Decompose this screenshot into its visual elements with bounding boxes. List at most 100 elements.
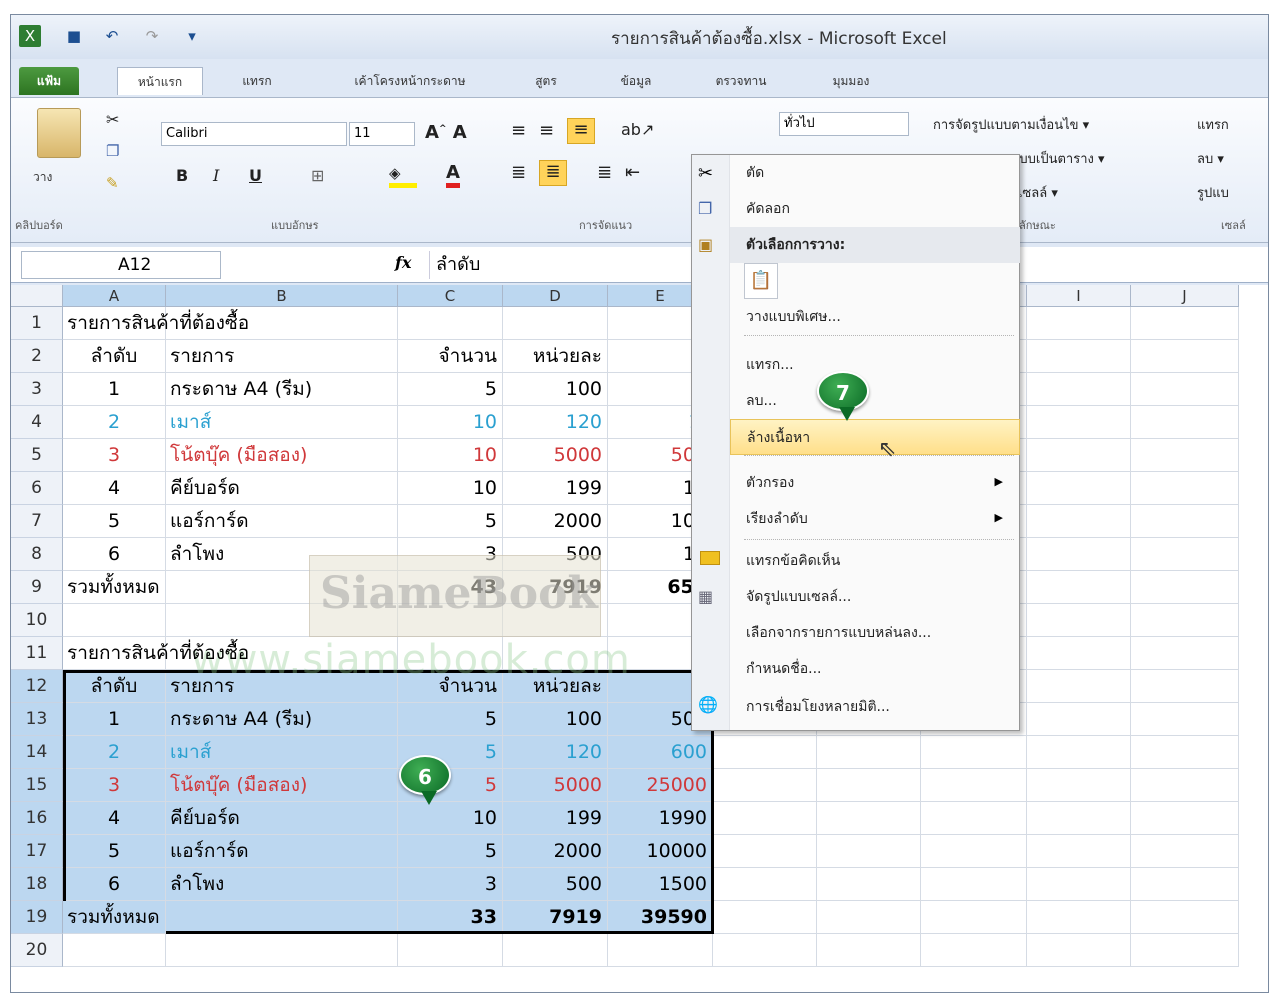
column-header-j[interactable]: J: [1131, 285, 1239, 307]
cell[interactable]: [1131, 472, 1239, 505]
column-header-a[interactable]: A: [63, 285, 166, 307]
format-cells-button[interactable]: รูปแบ: [1197, 182, 1229, 203]
align-left-icon[interactable]: ≣: [511, 162, 526, 183]
cell[interactable]: [1027, 340, 1131, 373]
cell[interactable]: [1027, 505, 1131, 538]
row-header[interactable]: 16: [11, 802, 63, 835]
name-box[interactable]: A12: [21, 251, 221, 279]
cell[interactable]: [713, 868, 817, 901]
align-bottom-icon[interactable]: ≡: [567, 118, 595, 144]
cell[interactable]: [1131, 868, 1239, 901]
cell[interactable]: [1131, 406, 1239, 439]
tab-page-layout[interactable]: เค้าโครงหน้ากระดาษ: [325, 67, 495, 95]
cell[interactable]: แอร์การ์ด: [166, 505, 398, 538]
menu-item-format-cells[interactable]: จัดรูปแบบเซลล์...: [730, 579, 1020, 615]
cell[interactable]: แอร์การ์ด: [166, 835, 398, 868]
cell[interactable]: [1027, 439, 1131, 472]
column-header-b[interactable]: B: [166, 285, 398, 307]
format-painter-icon[interactable]: ✎: [106, 174, 119, 192]
cell[interactable]: [166, 934, 398, 967]
tab-data[interactable]: ข้อมูล: [611, 67, 661, 95]
cell[interactable]: [713, 769, 817, 802]
row-header[interactable]: 2: [11, 340, 63, 373]
cell[interactable]: 600: [608, 736, 713, 769]
menu-item-delete[interactable]: ลบ...: [730, 383, 1020, 419]
cell[interactable]: [713, 934, 817, 967]
paste-icon[interactable]: [37, 108, 81, 158]
cell[interactable]: 2: [63, 736, 166, 769]
cell[interactable]: 5000: [503, 769, 608, 802]
row-header[interactable]: 1: [11, 307, 63, 340]
cell[interactable]: [921, 868, 1027, 901]
menu-item-pick-from-list[interactable]: เลือกจากรายการแบบหล่นลง...: [730, 615, 1020, 651]
cell[interactable]: จำนวน: [398, 340, 503, 373]
cell[interactable]: [1027, 637, 1131, 670]
cell[interactable]: [1027, 538, 1131, 571]
cell[interactable]: [921, 934, 1027, 967]
font-name-select[interactable]: Calibri: [161, 122, 347, 146]
menu-item-cut[interactable]: ตัด: [730, 155, 1020, 191]
row-header[interactable]: 7: [11, 505, 63, 538]
row-header[interactable]: 6: [11, 472, 63, 505]
cell[interactable]: [1131, 769, 1239, 802]
cell[interactable]: [817, 934, 921, 967]
cell[interactable]: 120: [503, 406, 608, 439]
row-header[interactable]: 4: [11, 406, 63, 439]
row-header[interactable]: 14: [11, 736, 63, 769]
cell[interactable]: [713, 835, 817, 868]
row-header[interactable]: 12: [11, 670, 63, 703]
cell[interactable]: [817, 802, 921, 835]
cell[interactable]: [1131, 439, 1239, 472]
cell[interactable]: ลำโพง: [166, 868, 398, 901]
cell[interactable]: 10: [398, 472, 503, 505]
cell[interactable]: ลำดับ: [63, 670, 166, 703]
cell[interactable]: [1131, 934, 1239, 967]
cell[interactable]: คีย์บอร์ด: [166, 472, 398, 505]
column-header-d[interactable]: D: [503, 285, 608, 307]
cell[interactable]: [1131, 373, 1239, 406]
cell[interactable]: 3: [63, 769, 166, 802]
cell[interactable]: 10: [398, 439, 503, 472]
cell[interactable]: 5: [398, 703, 503, 736]
cell[interactable]: [713, 802, 817, 835]
cell[interactable]: 33: [398, 901, 503, 934]
menu-item-insert-comment[interactable]: แทรกข้อคิดเห็น: [730, 543, 1020, 579]
select-all-corner[interactable]: [11, 285, 63, 307]
cell[interactable]: 6: [63, 538, 166, 571]
font-color-icon[interactable]: A: [446, 162, 460, 188]
cell[interactable]: [1131, 901, 1239, 934]
underline-icon[interactable]: U: [249, 166, 262, 185]
cell[interactable]: [713, 736, 817, 769]
cell[interactable]: [1027, 670, 1131, 703]
worksheet-grid[interactable]: ABCDEFGHIJ 1รายการสินค้าที่ต้องซื้อ2ลำดั…: [11, 285, 1268, 992]
cell[interactable]: [1027, 472, 1131, 505]
orientation-icon[interactable]: ab↗: [621, 120, 654, 139]
cell[interactable]: ลำดับ: [63, 340, 166, 373]
cell[interactable]: [713, 901, 817, 934]
indent-icon[interactable]: ⇤: [625, 162, 640, 183]
cell[interactable]: 5: [63, 505, 166, 538]
cell[interactable]: 39590: [608, 901, 713, 934]
cell[interactable]: 6: [63, 868, 166, 901]
column-header-i[interactable]: I: [1027, 285, 1131, 307]
cell[interactable]: 5: [398, 373, 503, 406]
cell[interactable]: 120: [503, 736, 608, 769]
row-header[interactable]: 13: [11, 703, 63, 736]
number-format-select[interactable]: ทั่วไป: [779, 112, 909, 136]
cell[interactable]: 4: [63, 472, 166, 505]
save-icon[interactable]: ■: [63, 25, 85, 47]
cell[interactable]: [817, 769, 921, 802]
cell[interactable]: 1990: [608, 802, 713, 835]
column-header-c[interactable]: C: [398, 285, 503, 307]
borders-icon[interactable]: ⊞: [311, 166, 324, 185]
cell[interactable]: [1131, 505, 1239, 538]
cell[interactable]: [1131, 670, 1239, 703]
cell[interactable]: 100: [503, 703, 608, 736]
cell[interactable]: [63, 604, 166, 637]
cell[interactable]: [1131, 736, 1239, 769]
cell[interactable]: [921, 769, 1027, 802]
row-header[interactable]: 3: [11, 373, 63, 406]
cell[interactable]: [1027, 835, 1131, 868]
row-header[interactable]: 5: [11, 439, 63, 472]
align-middle-icon[interactable]: ≡: [539, 120, 554, 141]
